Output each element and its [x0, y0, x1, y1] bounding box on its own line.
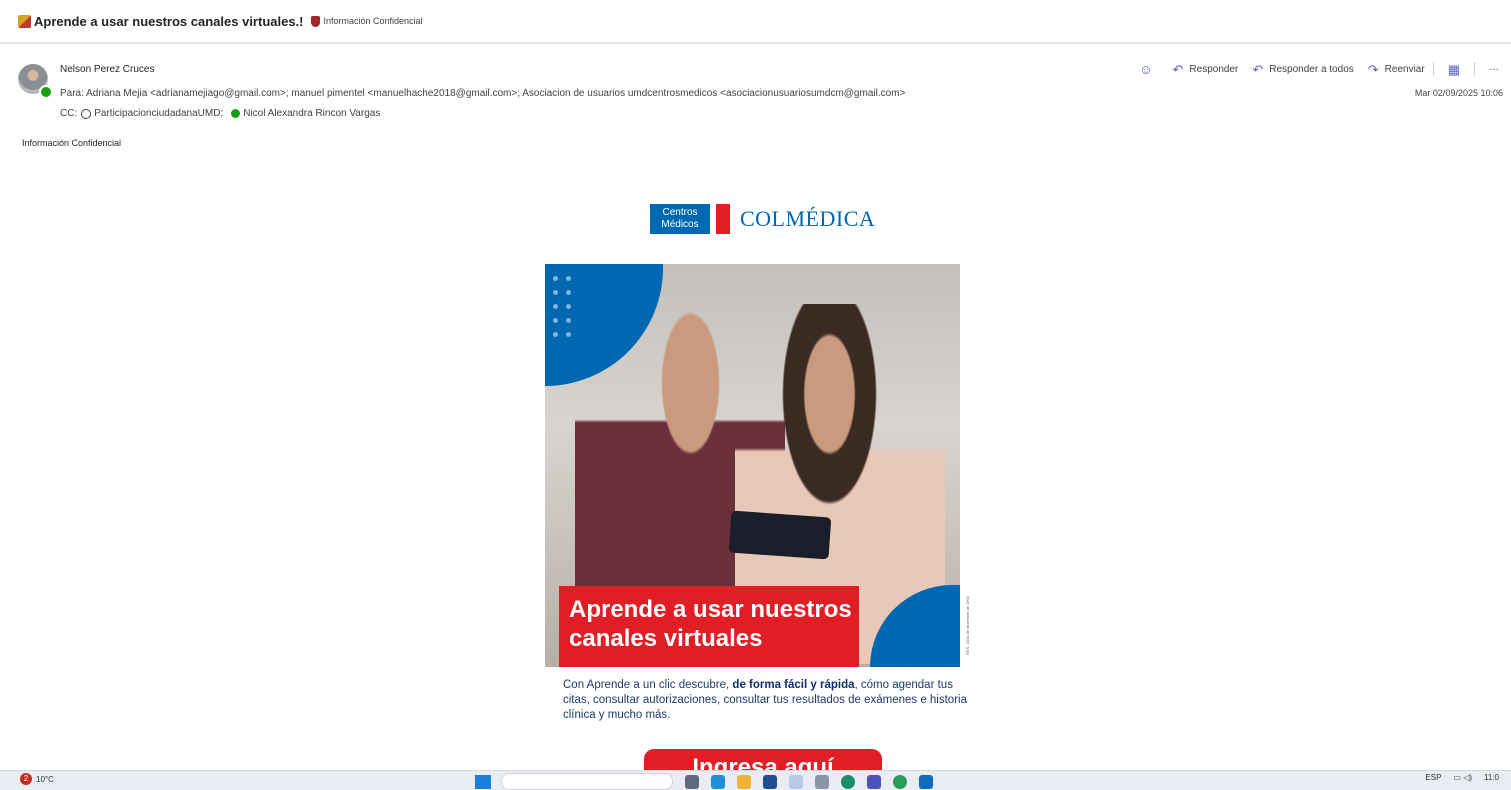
store-icon[interactable]: [763, 774, 777, 789]
body-sensitivity-note: Información Confidencial: [22, 138, 122, 148]
tablet-image: [728, 510, 832, 560]
cc-prefix: CC:: [60, 108, 78, 119]
reply-icon: ↶: [1172, 61, 1184, 77]
sender-name[interactable]: Nelson Perez Cruces: [60, 64, 154, 75]
logo-red-bar: [716, 204, 730, 234]
category-icon: [18, 14, 31, 28]
resolution-label: RES. 2044 de diciembre de 1992: [965, 596, 970, 655]
message-header: Nelson Perez Cruces Para: Adriana Mejia …: [0, 58, 1511, 138]
outlook-icon[interactable]: [919, 774, 933, 789]
subject-bar: Aprende a usar nuestros canales virtuale…: [0, 0, 1511, 44]
reply-all-icon: ↶: [1252, 61, 1264, 77]
banner-headline: Aprende a usar nuestros canales virtuale…: [559, 586, 859, 667]
banner-description: Con Aprende a un clic descubre, de forma…: [563, 678, 968, 723]
to-recipients[interactable]: Para: Adriana Mejia <adrianamejiago@gmai…: [60, 88, 905, 99]
group-icon: [81, 108, 92, 119]
email-subject: Aprende a usar nuestros canales virtuale…: [34, 13, 304, 29]
clock[interactable]: 11:0: [1484, 773, 1499, 782]
reply-all-label: Responder a todos: [1269, 63, 1354, 75]
presence-available-icon: [39, 85, 53, 99]
cc-group[interactable]: ParticipacionciudadanaUMD;: [94, 108, 223, 119]
cc-recipients: CC: ParticipacionciudadanaUMD; Nicol Ale…: [60, 108, 380, 119]
apps-grid-icon: ▦: [1447, 61, 1460, 77]
message-actions: ☺ ↶ Responder ↶ Responder a todos ↷ Reenvia…: [1125, 62, 1499, 76]
temperature: 10°C: [36, 774, 54, 784]
chat-icon[interactable]: [893, 774, 907, 789]
notification-badge: 2: [20, 773, 32, 785]
headline-line2: canales virtuales: [569, 625, 763, 652]
desc-bold: de forma fácil y rápida: [732, 679, 855, 691]
file-explorer-icon[interactable]: [737, 774, 751, 789]
reply-all-button[interactable]: ↶ Responder a todos: [1252, 63, 1353, 76]
weather-widget[interactable]: 2 10°C: [20, 773, 54, 785]
centros-medicos-logo: Centros Médicos: [650, 204, 710, 234]
apps-button[interactable]: ▦: [1448, 63, 1466, 76]
forward-label: Reenviar: [1384, 63, 1425, 75]
more-actions-button[interactable]: ···: [1489, 64, 1499, 75]
divider: [1474, 62, 1475, 76]
task-view-icon[interactable]: [685, 774, 699, 789]
network-volume-icon[interactable]: ▭ ◁): [1453, 773, 1472, 782]
presence-available-icon: [231, 109, 241, 118]
reply-label: Responder: [1189, 63, 1239, 75]
copilot-icon[interactable]: [711, 774, 725, 789]
sent-date: Mar 02/09/2025 10:06: [1414, 88, 1503, 98]
smiley-icon: ☺: [1139, 61, 1153, 77]
logo-box-line1: Centros: [662, 207, 698, 218]
logo-text: COLMÉDICA: [740, 206, 876, 231]
forward-icon: ↷: [1367, 61, 1379, 77]
taskbar-apps: [475, 773, 933, 790]
reply-button[interactable]: ↶ Responder: [1173, 63, 1239, 76]
divider: [1432, 62, 1434, 76]
dot-pattern: [553, 276, 579, 337]
system-tray: ESP ▭ ◁) 11:0: [1413, 773, 1499, 782]
taskbar-search[interactable]: [501, 773, 673, 790]
logo-box-line2: Médicos: [661, 219, 699, 230]
shield-icon: [310, 15, 320, 27]
app-icon[interactable]: [789, 774, 803, 789]
email-banner: Centros Médicos COLMÉDICA Aprende a usar…: [545, 184, 980, 789]
cc-person[interactable]: Nicol Alexandra Rincon Vargas: [243, 108, 380, 119]
edge-icon[interactable]: [841, 774, 855, 789]
forward-button[interactable]: ↷ Reenviar: [1368, 63, 1425, 76]
app-icon[interactable]: [815, 774, 829, 789]
sensitivity-label[interactable]: Información Confidencial: [324, 16, 423, 26]
language-indicator[interactable]: ESP: [1425, 773, 1441, 782]
teams-icon[interactable]: [867, 774, 881, 789]
taskbar: 2 10°C ESP ▭ ◁) 11:0: [0, 770, 1511, 790]
emoji-react-button[interactable]: ☺: [1139, 63, 1158, 76]
desc-part1: Con Aprende a un clic descubre,: [563, 679, 733, 691]
headline-line1: Aprende a usar nuestros: [569, 596, 852, 623]
windows-start-icon[interactable]: [475, 774, 491, 789]
colmedica-logo: Centros Médicos COLMÉDICA: [650, 204, 875, 234]
